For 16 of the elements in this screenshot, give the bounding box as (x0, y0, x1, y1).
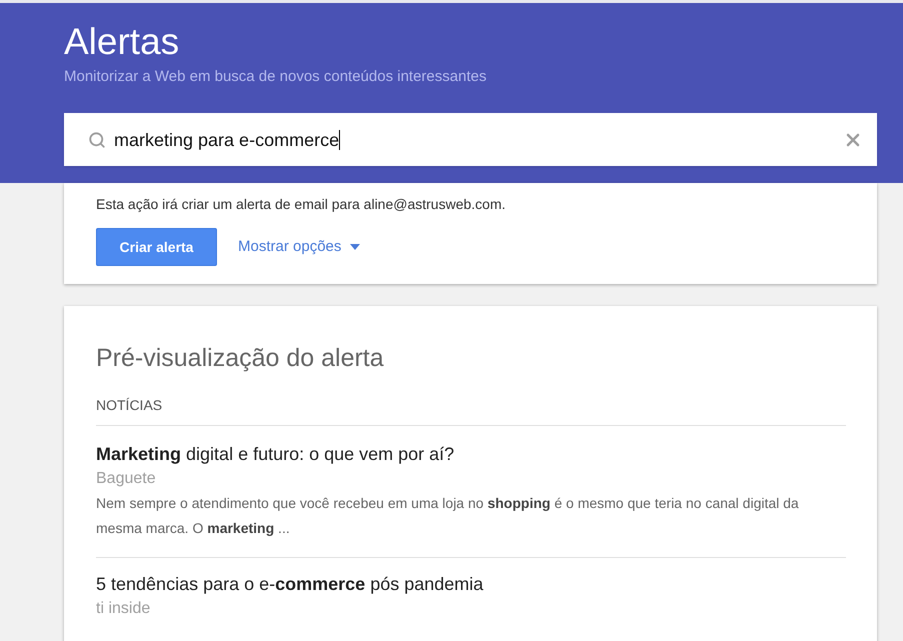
search-icon (88, 130, 106, 148)
news-source: ti inside (96, 599, 150, 619)
search-field[interactable]: marketing para e-commerce (64, 113, 877, 166)
show-options-link[interactable]: Mostrar opções (238, 236, 360, 258)
alert-message: Esta ação irá criar um alerta de email para aline@astrusweb.com. (96, 195, 506, 213)
news-snippet: Nem sempre o atendimento que você recebeu em uma loja no shopping é o mesmo que teria no canal digital da mesma marca. O marketing ... (96, 494, 800, 538)
news-title-link[interactable]: 5 tendências para o e-commerce pós pandemia (96, 572, 484, 596)
preview-title: Pré-visualização do alerta (96, 343, 384, 374)
page-subtitle: Monitorizar a Web em busca de novos conteúdos interessantes (64, 67, 486, 87)
news-title-link[interactable]: Marketing digital e futuro: o que vem por aí? (96, 442, 454, 466)
search-query[interactable]: marketing para e-commerce (114, 128, 340, 150)
page-title: Alertas (64, 21, 180, 63)
caret-down-icon (350, 244, 360, 250)
text-cursor-icon (339, 130, 340, 150)
section-heading: NOTÍCIAS (96, 396, 162, 414)
news-source: Baguete (96, 469, 156, 489)
